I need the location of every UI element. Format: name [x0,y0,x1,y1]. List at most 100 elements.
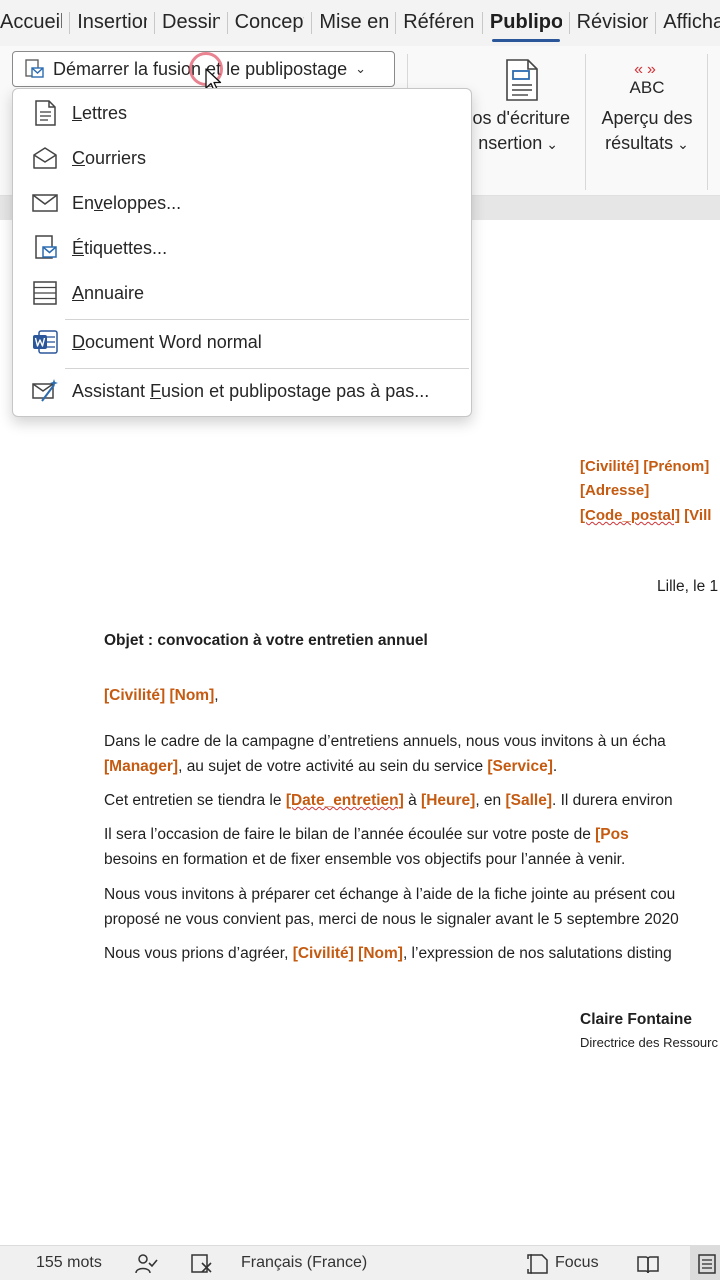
text-run: . [552,758,558,775]
field-manager: [Manager] [104,758,179,775]
salutation-comma: , [214,687,219,704]
directory-icon [33,281,57,305]
tab-separator [395,12,397,34]
date-line: Lille, le 1 [657,578,719,595]
access-key: C [72,147,85,168]
tab-separator [481,12,483,34]
wizard-icon [32,379,58,402]
language-indicator[interactable]: Français (France) [241,1254,367,1272]
menu-item-enveloppes[interactable]: Enveloppes... [13,183,471,223]
paragraph-4-line-2: proposé ne vous convient pas, merci de n… [104,911,679,928]
text-run: Cet entretien se tiendra le [104,792,286,809]
paragraph-1-line-2: [Manager], au sujet de votre activité au… [104,758,557,776]
text-run: , au sujet de votre activité au sein du … [178,758,488,775]
access-key: L [72,102,83,123]
mail-icon [33,147,57,169]
tab-references[interactable]: Références [403,0,475,46]
label-part: nnuaire [84,282,145,303]
tab-conception[interactable]: Conception [235,0,305,46]
field-civilite: [Civilité] [580,458,640,475]
label-part: usion et publipostage pas à pas... [161,380,430,401]
access-key: F [150,380,162,401]
text-run: , l’expression de nos salutations distin… [402,945,672,962]
menu-item-label: Étiquettes... [72,238,167,259]
tab-dessin[interactable]: Dessin [162,0,220,46]
ribbon-divider [585,54,586,190]
document-fields-icon [506,59,538,101]
tab-mise-en-page[interactable]: Mise en page [319,0,388,46]
field-civilite: [Civilité] [104,687,166,704]
menu-item-label: Document Word normal [72,332,262,353]
write-insert-icon-wrap [462,54,582,106]
field-poste: [Pos [595,826,629,843]
preview-arrows-icon: «» [634,61,660,78]
text-run: , en [475,792,506,809]
menu-item-label: Annuaire [72,283,144,304]
menu-item-label: Lettres [72,103,127,124]
write-insert-fields-group[interactable]: os d'écriture nsertion ⌄ [462,54,582,157]
menu-item-label: Enveloppes... [72,193,181,214]
write-insert-label-2: nsertion [478,133,543,153]
preview-abc-label: ABC [629,78,665,97]
status-bar: 155 mots Français (France) Focus [0,1245,720,1280]
menu-item-annuaire[interactable]: Annuaire [13,273,471,313]
tab-accueil[interactable]: Accueil [0,0,62,46]
print-layout-view-button[interactable] [690,1246,720,1280]
field-date-entretien: [Date_entretien] [285,792,404,809]
labels-icon [35,235,57,259]
read-mode-icon[interactable] [636,1253,660,1275]
field-nom: [Nom] [358,945,403,962]
signature-title: Directrice des Ressourc [580,1035,718,1050]
menu-item-courriers[interactable]: Courriers [13,138,471,178]
print-layout-icon [698,1254,716,1274]
access-key: D [72,331,85,352]
address-line-1: [Civilité] [Prénom] [580,458,709,475]
text-run: à [403,792,422,809]
label-part: tiquettes... [84,237,168,258]
tab-affichage[interactable]: Affichage [663,0,720,46]
preview-label-2-wrap: résultats ⌄ [592,131,702,157]
text-run: Il sera l’occasion de faire le bilan de … [104,826,596,843]
field-salle: [Salle] [505,792,552,809]
label-part: ocument Word normal [85,331,262,352]
label-part: eloppes... [103,192,182,213]
menu-item-assistant[interactable]: Assistant Fusion et publipostage pas à p… [13,371,471,411]
field-adresse: [Adresse] [580,482,650,499]
menu-item-document-word-normal[interactable]: Document Word normal [13,322,471,362]
proofing-icon[interactable] [190,1253,214,1275]
field-heure: [Heure] [421,792,476,809]
field-civilite: [Civilité] [292,945,354,962]
paragraph-5: Nous vous prions d’agréer, [Civilité] [N… [104,945,672,963]
focus-mode-button[interactable]: Focus [555,1254,599,1272]
menu-item-etiquettes[interactable]: Étiquettes... [13,228,471,268]
paragraph-1-line-1: Dans le cadre de la campagne d’entretien… [104,733,666,750]
access-key: É [72,237,85,258]
tab-separator [226,12,228,34]
preview-results-button[interactable]: «» ABC Aperçu des résultats ⌄ [592,54,702,157]
chevron-down-icon: ⌄ [546,136,558,152]
envelope-icon [32,194,58,212]
label-part: En [72,192,95,213]
field-service: [Service] [487,758,553,775]
tab-revision[interactable]: Révision [577,0,649,46]
preview-label-1: Aperçu des [601,108,693,128]
access-key: A [72,282,85,303]
accessibility-icon[interactable] [134,1253,158,1275]
tab-publipostage[interactable]: Publipostage [490,0,562,46]
start-mail-merge-menu: Lettres Courriers Enveloppes... Étiquett… [12,88,472,417]
menu-item-lettres[interactable]: Lettres [13,93,471,133]
mail-merge-icon [25,59,44,78]
paragraph-3-line-1: Il sera l’occasion de faire le bilan de … [104,826,629,844]
chevron-down-icon: ⌄ [677,136,689,152]
label-part: ourriers [85,147,147,168]
address-line-3: [Code_postal] [Vill [580,507,711,524]
menu-item-label: Assistant Fusion et publipostage pas à p… [72,381,429,402]
word-icon [33,330,58,354]
tab-separator [655,12,657,34]
tab-insertion[interactable]: Insertion [77,0,147,46]
letter-icon [35,100,56,126]
tab-separator [154,12,156,34]
word-count[interactable]: 155 mots [36,1254,102,1272]
address-line-2: [Adresse] [580,482,649,499]
salutation: [Civilité] [Nom], [104,687,219,705]
